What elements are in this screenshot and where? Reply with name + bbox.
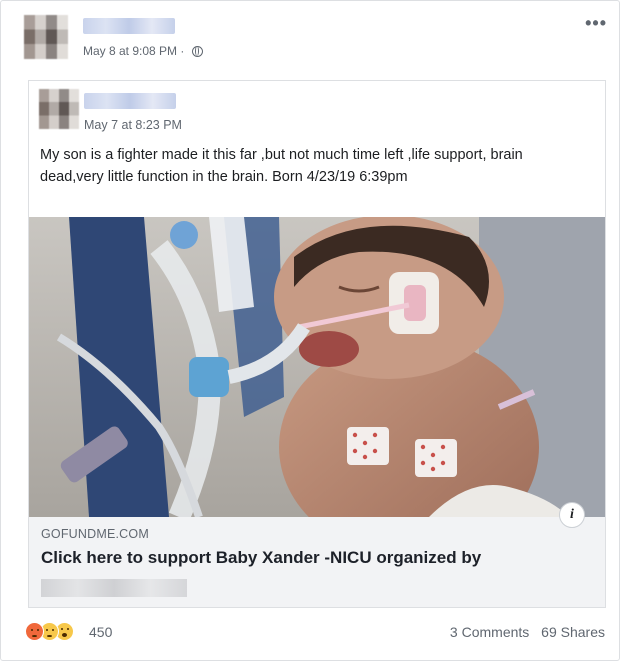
author-avatar[interactable]: [24, 15, 68, 59]
shared-author-name-redacted[interactable]: [84, 93, 176, 109]
link-headline[interactable]: Click here to support Baby Xander -NICU …: [41, 548, 481, 568]
comments-count[interactable]: 3 Comments: [450, 624, 529, 640]
post-photo[interactable]: [29, 217, 605, 517]
nicu-baby-photo: [29, 217, 605, 517]
more-options-icon[interactable]: •••: [585, 14, 607, 32]
engagement-stats: 3 Comments 69 Shares: [442, 624, 605, 640]
shared-post: May 7 at 8:23 PM My son is a fighter mad…: [28, 80, 606, 608]
link-preview[interactable]: i GOFUNDME.COM Click here to support Bab…: [29, 502, 605, 607]
shared-author-avatar[interactable]: [39, 89, 79, 129]
author-name-redacted[interactable]: [83, 18, 175, 34]
post-timestamp-row: May 8 at 9:08 PM ·: [83, 44, 203, 58]
shares-count[interactable]: 69 Shares: [541, 624, 605, 640]
shared-post-timestamp[interactable]: May 7 at 8:23 PM: [84, 118, 182, 132]
facebook-post: May 8 at 9:08 PM · ••• May 7 at 8:23 PM …: [0, 0, 620, 661]
organizer-name-redacted: [41, 579, 187, 597]
shared-post-text: My son is a fighter made it this far ,bu…: [40, 147, 523, 185]
globe-icon: [191, 46, 203, 57]
post-timestamp[interactable]: May 8 at 9:08 PM ·: [83, 44, 188, 58]
angry-reaction-icon: [25, 622, 44, 641]
post-footer: 450 3 Comments 69 Shares: [1, 613, 619, 653]
reaction-count[interactable]: 450: [89, 624, 112, 640]
link-domain: GOFUNDME.COM: [41, 527, 149, 541]
info-icon[interactable]: i: [559, 502, 585, 528]
